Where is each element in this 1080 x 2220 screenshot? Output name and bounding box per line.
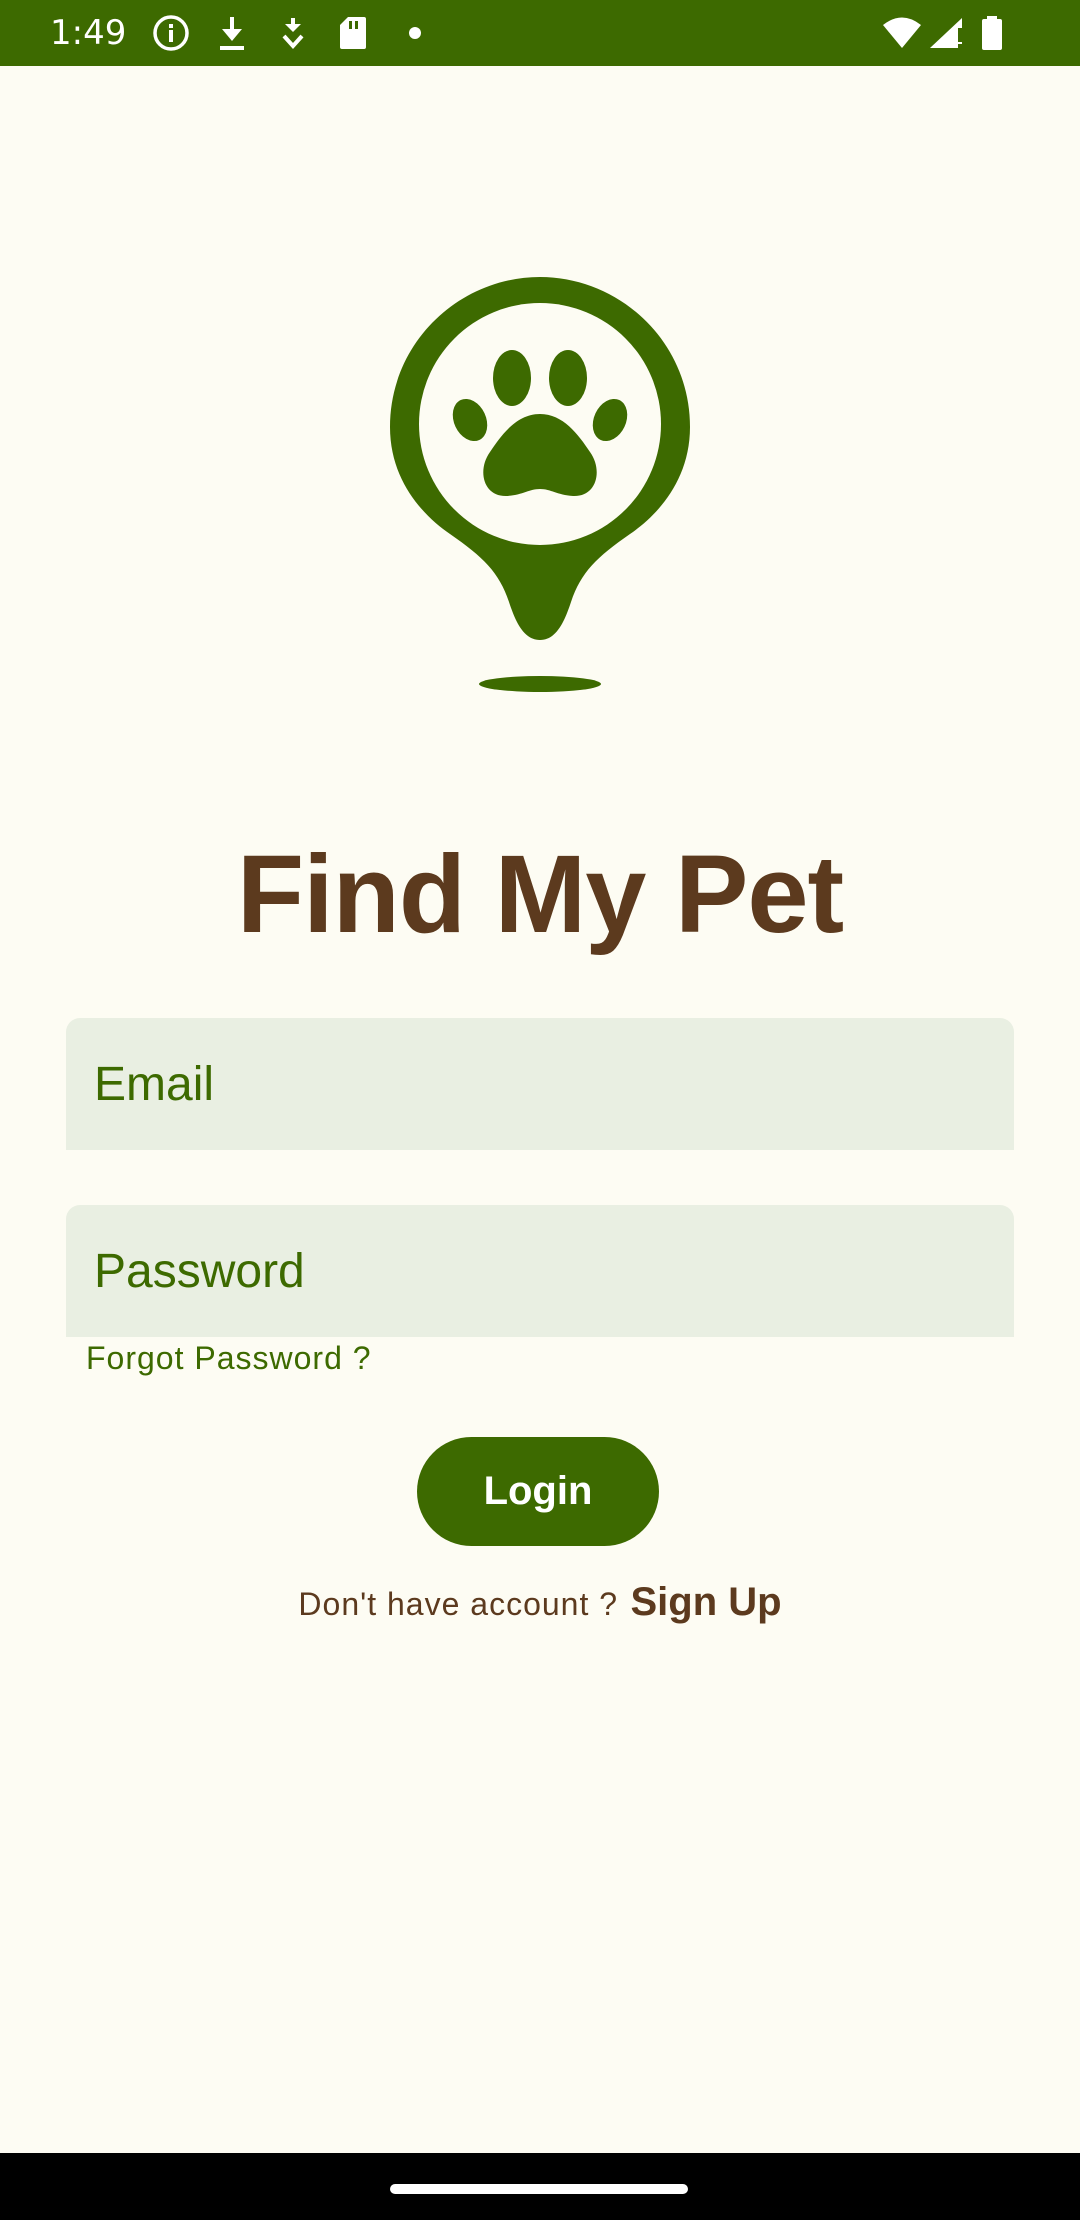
email-field[interactable]: [66, 1018, 1014, 1150]
signal-icon: [928, 0, 964, 66]
home-handle[interactable]: [390, 2184, 688, 2194]
battery-icon: [980, 0, 1004, 66]
download-icon: [216, 0, 248, 66]
status-time: 1:49: [50, 13, 127, 53]
signup-prompt: Don't have account ?: [298, 1586, 619, 1622]
sd-card-icon: [338, 0, 368, 66]
wifi-icon: [882, 0, 922, 66]
dot-icon: [408, 0, 422, 66]
app-title: Find My Pet: [236, 833, 844, 956]
download-alt-icon: [278, 0, 308, 66]
password-field[interactable]: [66, 1205, 1014, 1337]
info-icon: [152, 0, 190, 66]
login-button[interactable]: Login: [417, 1437, 659, 1546]
paw-location-logo: [390, 277, 690, 692]
status-bar: 1:49: [0, 0, 1080, 66]
password-input[interactable]: [66, 1205, 1014, 1337]
signup-link[interactable]: Sign Up: [631, 1580, 782, 1624]
navigation-bar: [0, 2153, 1080, 2220]
signup-row: Don't have account ? Sign Up: [0, 1580, 1080, 1625]
forgot-password-link[interactable]: Forgot Password ?: [86, 1340, 372, 1377]
email-input[interactable]: [66, 1018, 1014, 1150]
